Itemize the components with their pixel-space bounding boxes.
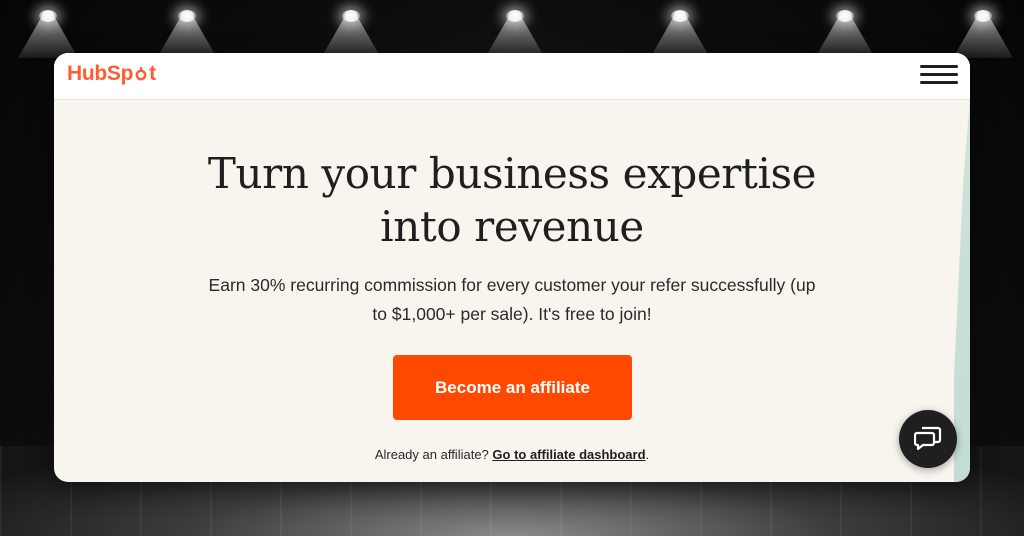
chat-bubbles-icon: [913, 424, 942, 455]
spotlight: [974, 10, 992, 22]
existing-affiliate-note: Already an affiliate? Go to affiliate da…: [54, 447, 970, 462]
logo-text-prefix: HubSp: [67, 62, 134, 85]
hamburger-menu-icon[interactable]: [920, 62, 958, 88]
affiliate-dashboard-link[interactable]: Go to affiliate dashboard: [492, 447, 645, 462]
spotlight: [178, 10, 196, 22]
spotlight: [342, 10, 360, 22]
spotlight: [836, 10, 854, 22]
affiliate-page-card: HubSp t Turn your business expertise int…: [54, 53, 970, 482]
spotlight: [506, 10, 524, 22]
logo-text-suffix: t: [149, 62, 156, 85]
sprocket-icon: [134, 67, 148, 81]
chat-launcher-button[interactable]: [899, 410, 957, 468]
headline-line-1: Turn your business expertise: [207, 149, 817, 198]
site-header: HubSp t: [54, 53, 970, 100]
existing-affiliate-prefix: Already an affiliate?: [374, 447, 489, 462]
headline-line-2: into revenue: [380, 202, 644, 251]
become-affiliate-button[interactable]: Become an affiliate: [393, 355, 632, 420]
spotlight: [39, 10, 57, 22]
spotlight: [671, 10, 689, 22]
hubspot-logo[interactable]: HubSp t: [67, 62, 156, 86]
description-line-2: to $1,000+ per sale). It's free to join!: [372, 304, 652, 324]
description-line-1: Earn 30% recurring commission for every …: [208, 275, 816, 295]
existing-affiliate-suffix: .: [645, 447, 650, 462]
hero-description: Earn 30% recurring commission for every …: [184, 271, 840, 329]
page-title: Turn your business expertise into revenu…: [54, 147, 970, 253]
